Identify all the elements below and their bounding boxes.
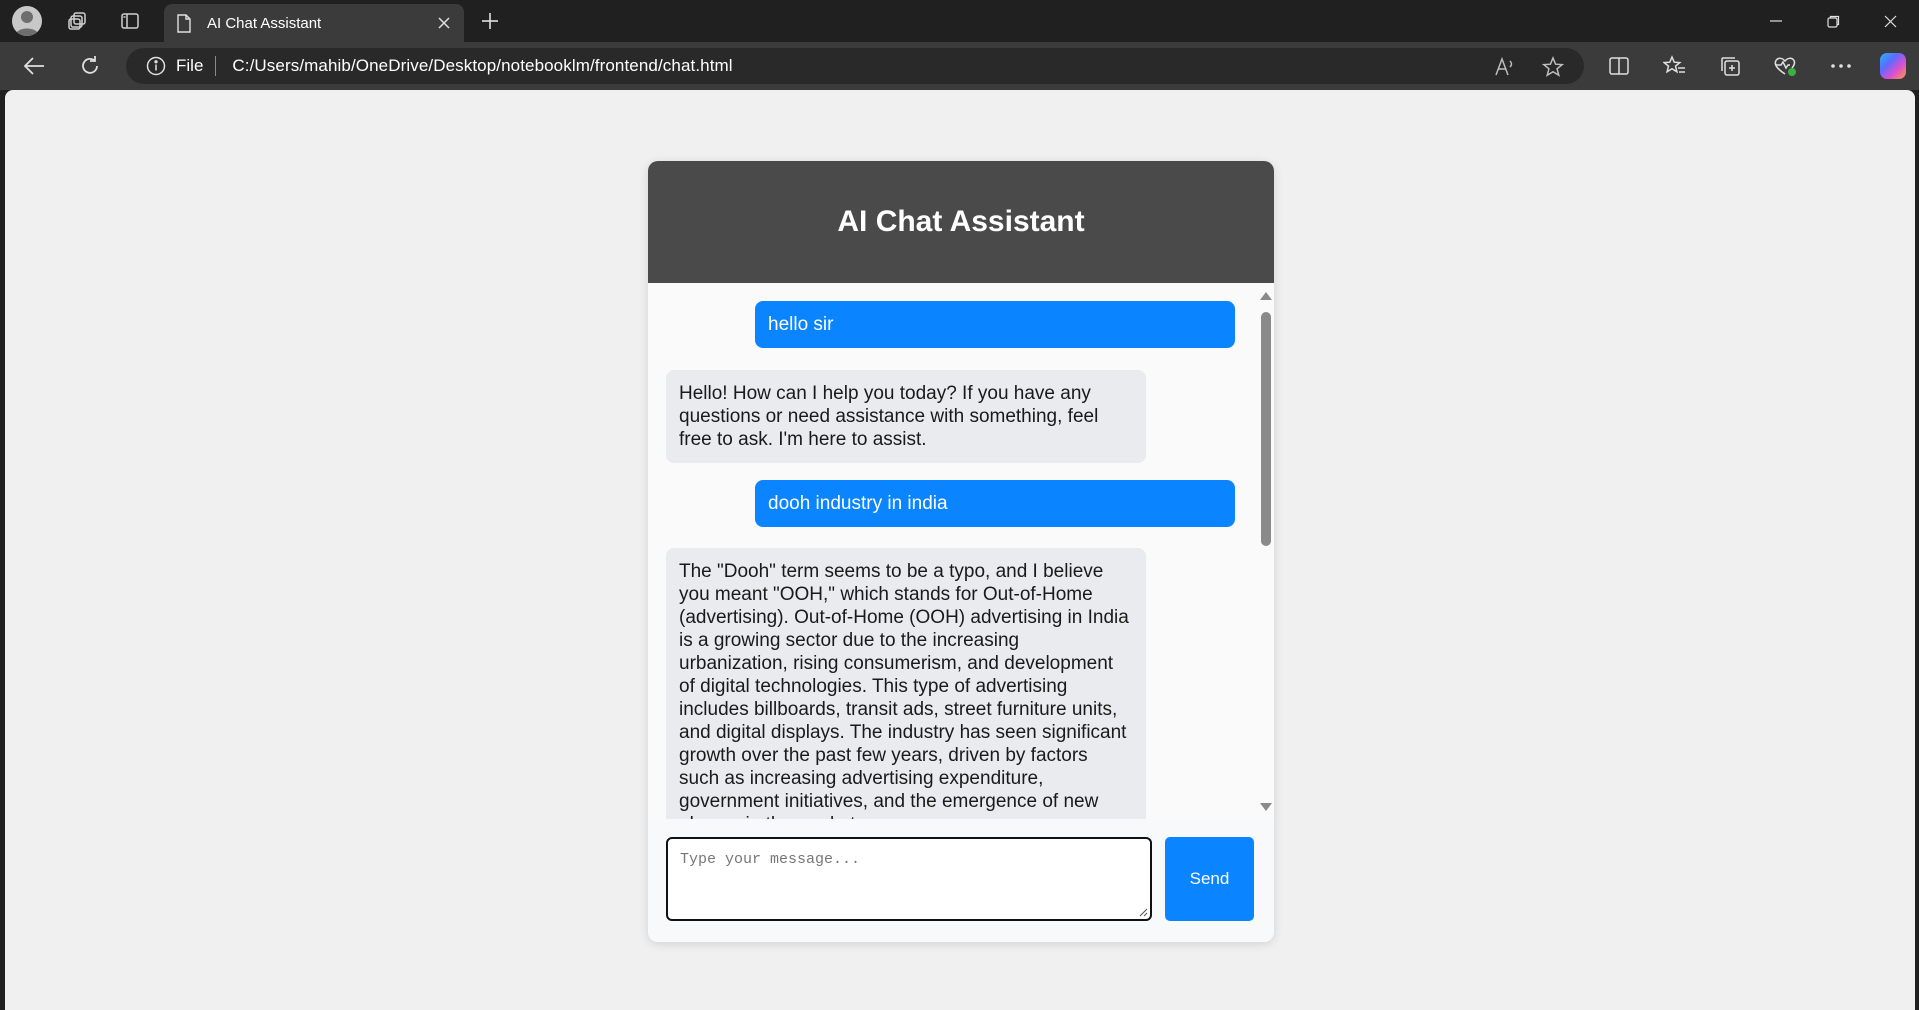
minimize-icon[interactable] bbox=[1756, 7, 1796, 35]
profile-avatar-icon[interactable] bbox=[12, 6, 42, 36]
input-area: Send bbox=[648, 819, 1274, 942]
scroll-up-arrow-icon[interactable] bbox=[1260, 292, 1272, 300]
chat-container: AI Chat Assistant hello sir Hello! How c… bbox=[648, 161, 1274, 942]
split-screen-icon[interactable] bbox=[1605, 52, 1633, 80]
back-arrow-icon[interactable] bbox=[20, 52, 48, 80]
page-viewport: AI Chat Assistant hello sir Hello! How c… bbox=[5, 90, 1915, 1010]
bot-message: Hello! How can I help you today? If you … bbox=[666, 370, 1146, 463]
address-separator bbox=[215, 56, 217, 76]
tab-close-icon[interactable] bbox=[434, 13, 454, 33]
collections-icon[interactable] bbox=[1716, 52, 1744, 80]
page-icon bbox=[175, 13, 193, 33]
browser-toolbar: File C:/Users/mahib/OneDrive/Desktop/not… bbox=[0, 42, 1919, 90]
copilot-icon[interactable] bbox=[1880, 53, 1906, 79]
user-message: dooh industry in india bbox=[755, 480, 1235, 527]
tab-title: AI Chat Assistant bbox=[207, 14, 322, 32]
read-aloud-icon[interactable] bbox=[1494, 56, 1516, 78]
bot-message: The "Dooh" term seems to be a typo, and … bbox=[666, 548, 1146, 819]
favorite-star-icon[interactable] bbox=[1542, 56, 1564, 78]
scroll-thumb[interactable] bbox=[1261, 312, 1271, 546]
scroll-down-arrow-icon[interactable] bbox=[1260, 803, 1272, 811]
browser-titlebar: AI Chat Assistant bbox=[0, 0, 1919, 42]
chat-title: AI Chat Assistant bbox=[837, 205, 1085, 238]
url-text[interactable]: C:/Users/mahib/OneDrive/Desktop/notebook… bbox=[232, 56, 732, 76]
workspaces-icon[interactable] bbox=[64, 7, 92, 35]
new-tab-plus-icon[interactable] bbox=[476, 7, 504, 35]
message-input[interactable] bbox=[666, 837, 1152, 921]
more-icon[interactable] bbox=[1827, 52, 1855, 80]
close-window-icon[interactable] bbox=[1870, 7, 1910, 35]
user-message: hello sir bbox=[755, 301, 1235, 348]
address-bar[interactable]: File C:/Users/mahib/OneDrive/Desktop/not… bbox=[126, 48, 1584, 84]
chat-header: AI Chat Assistant bbox=[648, 161, 1274, 283]
refresh-icon[interactable] bbox=[76, 52, 104, 80]
restore-icon[interactable] bbox=[1813, 7, 1853, 35]
vertical-tabs-icon[interactable] bbox=[116, 7, 144, 35]
site-info-icon[interactable] bbox=[146, 56, 166, 76]
scheme-label: File bbox=[176, 56, 204, 75]
favorites-icon[interactable] bbox=[1661, 52, 1689, 80]
messages-scrollbar[interactable] bbox=[1257, 283, 1274, 819]
messages-panel[interactable]: hello sir Hello! How can I help you toda… bbox=[648, 283, 1274, 819]
active-tab[interactable]: AI Chat Assistant bbox=[164, 4, 464, 42]
send-button[interactable]: Send bbox=[1165, 837, 1254, 921]
resize-grip-icon[interactable] bbox=[1138, 907, 1148, 917]
heart-pulse-icon[interactable] bbox=[1771, 52, 1799, 80]
